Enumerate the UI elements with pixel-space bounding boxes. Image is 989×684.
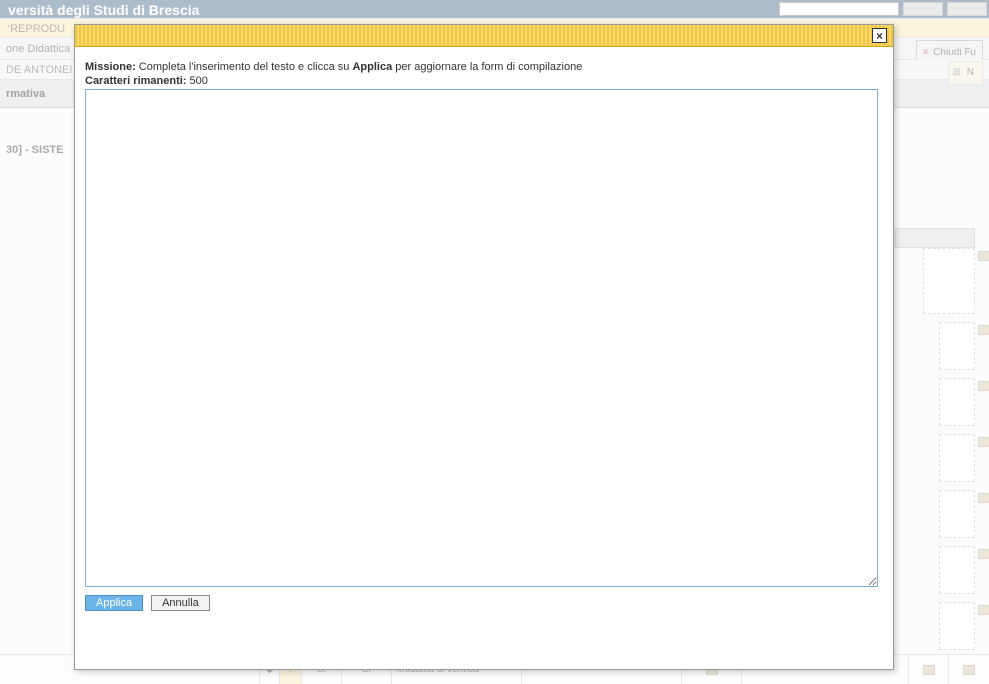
modal-close-button[interactable]: ×	[872, 28, 887, 43]
instruction-pre: Completa l'inserimento del testo e clicc…	[139, 61, 350, 73]
instruction-action: Applica	[352, 61, 392, 73]
modal-button-row: Applica Annulla	[85, 595, 883, 611]
modal-instruction: Missione: Completa l'inserimento del tes…	[85, 61, 883, 73]
modal-body: Missione: Completa l'inserimento del tes…	[75, 47, 893, 621]
chars-value: 500	[190, 75, 208, 87]
mission-textarea[interactable]	[85, 89, 878, 587]
field-label: Missione:	[85, 61, 136, 73]
close-icon: ×	[876, 30, 883, 42]
instruction-post: per aggiornare la form di compilazione	[395, 61, 582, 73]
chars-remaining: Caratteri rimanenti: 500	[85, 75, 883, 87]
cancel-button[interactable]: Annulla	[151, 595, 210, 611]
modal-titlebar: ×	[75, 25, 893, 47]
apply-button[interactable]: Applica	[85, 595, 143, 611]
chars-label: Caratteri rimanenti:	[85, 75, 186, 87]
text-editor-modal: × Missione: Completa l'inserimento del t…	[74, 24, 894, 670]
